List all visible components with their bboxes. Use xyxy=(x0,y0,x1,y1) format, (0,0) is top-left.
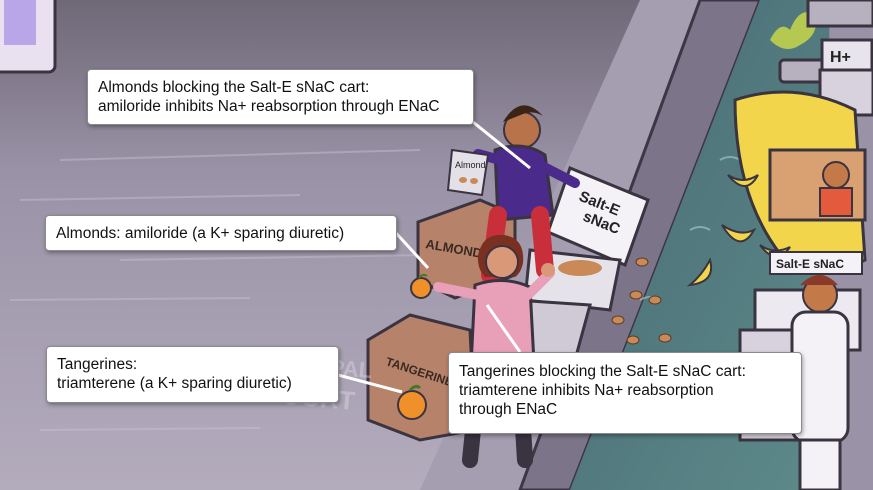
callout-tangerines-cart: Tangerines blocking the Salt-E sNaC cart… xyxy=(448,352,802,434)
callout-line: through ENaC xyxy=(459,401,558,418)
almond-bag: Almond xyxy=(446,148,490,197)
callout-line: amiloride inhibits Na+ reabsorption thro… xyxy=(98,98,440,115)
callout-tangerines: Tangerines: triamterene (a K+ sparing di… xyxy=(46,346,339,403)
callout-line: Tangerines blocking the Salt-E sNaC cart… xyxy=(459,363,746,380)
callout-line: Tangerines: xyxy=(57,356,138,373)
callout-line: triamterene inhibits Na+ reabsorption xyxy=(459,382,714,399)
callout-almonds: Almonds: amiloride (a K+ sparing diureti… xyxy=(45,215,397,251)
callout-line: Almonds: amiloride (a K+ sparing diureti… xyxy=(56,225,345,242)
back-cart-sign-text: Salt-E sNaC xyxy=(776,257,844,271)
crate-man-head xyxy=(822,161,850,189)
callout-line: Almonds blocking the Salt-E sNaC cart: xyxy=(98,79,370,96)
callout-line: triamterene (a K+ sparing diuretic) xyxy=(57,375,292,392)
callout-almonds-cart: Almonds blocking the Salt-E sNaC cart: a… xyxy=(87,69,474,125)
pump-sign-text: H+ xyxy=(830,49,851,66)
almond-bag-label: Almond xyxy=(455,160,486,170)
